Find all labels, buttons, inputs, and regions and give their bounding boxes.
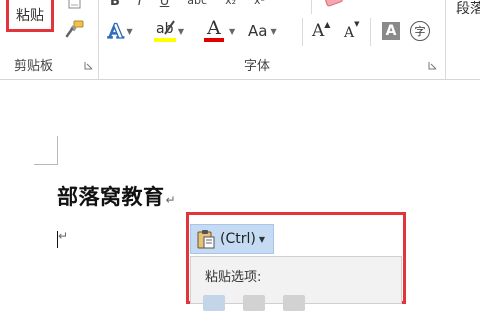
- chevron-down-icon: ▼: [270, 26, 277, 36]
- chevron-down-icon: ▼: [258, 234, 265, 244]
- paste-options-button[interactable]: (Ctrl) ▼: [190, 224, 274, 254]
- keep-source-formatting-icon[interactable]: [203, 295, 225, 311]
- chevron-down-icon: ▼: [229, 26, 236, 36]
- enclose-characters-button[interactable]: 字: [410, 18, 430, 44]
- font-group-label: 字体: [244, 59, 271, 74]
- highlight-icon: ab: [152, 18, 176, 44]
- shrink-font-button[interactable]: A ▼: [344, 18, 360, 44]
- clipboard-group-label: 剪贴板: [14, 59, 54, 74]
- ribbon: 粘贴 剪贴板 B I U abc x₂ x² A ▼ ab ▼ A ▼ Aa ▼…: [0, 0, 480, 80]
- font-style-row: B I U abc x₂ x²: [110, 0, 265, 12]
- character-shading-button[interactable]: A: [382, 18, 400, 44]
- clipboard-icon: [197, 230, 215, 249]
- paste-options-menu: 粘贴选项:: [190, 256, 402, 311]
- group-divider: [311, 0, 312, 14]
- font-color-button[interactable]: A ▼: [202, 18, 236, 44]
- text-effects-icon: A: [107, 19, 124, 43]
- enclose-characters-icon: 字: [410, 21, 430, 41]
- margin-corner-mark: [57, 136, 58, 164]
- group-divider: [98, 0, 99, 79]
- merge-formatting-icon[interactable]: [243, 295, 265, 311]
- chevron-down-icon: ▼: [126, 26, 133, 36]
- clear-formatting-button[interactable]: [322, 0, 346, 10]
- subscript-button[interactable]: x₂: [225, 0, 236, 12]
- group-divider: [370, 18, 371, 46]
- paste-button[interactable]: 粘贴: [6, 0, 54, 32]
- grow-font-button[interactable]: A ▲: [312, 18, 330, 44]
- font-color-bar: [204, 38, 224, 42]
- svg-text:ab: ab: [156, 21, 174, 37]
- superscript-button[interactable]: x²: [254, 0, 265, 12]
- change-case-icon: Aa: [248, 22, 268, 40]
- character-shading-icon: A: [382, 22, 400, 40]
- group-divider: [302, 18, 303, 46]
- paragraph-group-label: 段落: [456, 1, 480, 17]
- highlight-color-bar: [154, 38, 176, 42]
- strikethrough-button[interactable]: abc: [187, 0, 207, 12]
- heading-text: 部落窝教育: [57, 185, 165, 209]
- clipboard-dialog-launcher-icon[interactable]: [84, 61, 93, 70]
- italic-button[interactable]: I: [138, 0, 142, 12]
- chevron-down-icon: ▼: [177, 26, 184, 36]
- margin-corner-mark: [34, 164, 58, 165]
- paste-options-label: (Ctrl): [220, 231, 256, 247]
- document-heading[interactable]: 部落窝教育↵: [57, 181, 176, 211]
- underline-button[interactable]: U: [160, 0, 170, 12]
- paste-options-header: 粘贴选项:: [205, 270, 262, 285]
- text-effects-button[interactable]: A ▼: [107, 18, 133, 44]
- clear-formatting-icon: [325, 0, 343, 7]
- font-color-icon: A: [202, 18, 226, 44]
- paragraph-mark: ↵: [58, 229, 69, 243]
- change-case-button[interactable]: Aa ▼: [248, 18, 277, 44]
- cut-icon[interactable]: [64, 0, 86, 12]
- paragraph-mark: ↵: [165, 193, 177, 207]
- group-divider: [445, 0, 446, 79]
- keep-text-only-icon[interactable]: [283, 295, 305, 311]
- format-painter-icon[interactable]: [64, 20, 86, 38]
- font-dialog-launcher-icon[interactable]: [428, 61, 437, 70]
- shrink-font-icon: A: [344, 25, 355, 41]
- highlight-button[interactable]: ab ▼: [152, 18, 184, 44]
- bold-button[interactable]: B: [110, 0, 120, 12]
- paste-label: 粘贴: [16, 7, 44, 24]
- grow-font-icon: A: [312, 21, 325, 41]
